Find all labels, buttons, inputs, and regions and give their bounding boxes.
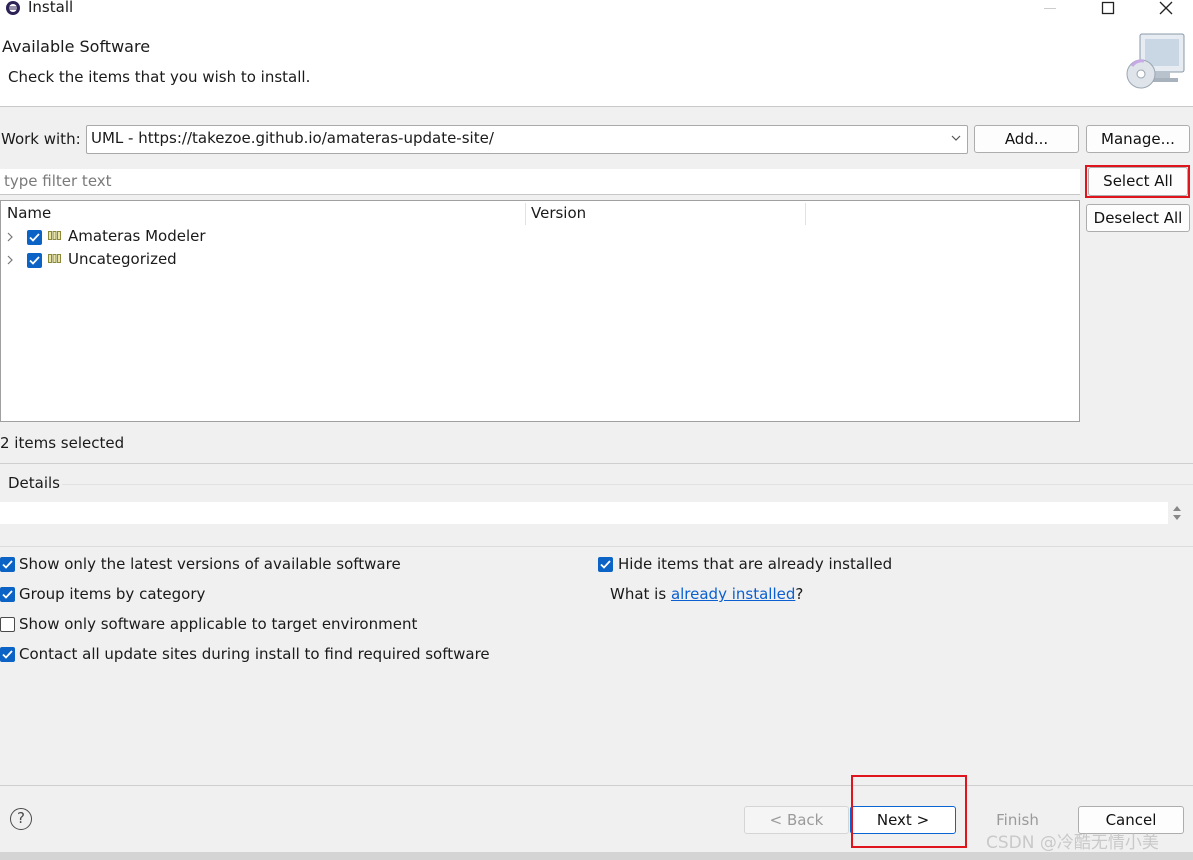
minimize-icon (1044, 8, 1056, 9)
what-is-installed-text: What is already installed? (610, 585, 803, 603)
window-title: Install (28, 0, 74, 16)
latest-versions-checkbox[interactable] (0, 557, 15, 572)
chevron-down-icon (951, 135, 961, 141)
target-environment-label: Show only software applicable to target … (19, 615, 418, 633)
what-is-suffix: ? (795, 585, 804, 603)
page-title: Available Software (2, 37, 151, 56)
details-label: Details (8, 474, 61, 492)
what-is-prefix: What is (610, 585, 671, 603)
hide-installed-label: Hide items that are already installed (618, 555, 893, 573)
page-description: Check the items that you wish to install… (8, 68, 311, 86)
divider (0, 463, 1193, 464)
filter-placeholder: type filter text (4, 172, 112, 190)
contact-all-sites-label: Contact all update sites during install … (19, 645, 490, 663)
maximize-icon (1101, 1, 1115, 15)
window-bottom-edge (0, 852, 1193, 860)
hide-installed-checkbox[interactable] (598, 557, 613, 572)
software-tree-table[interactable]: Name Version Amateras Modeler Uncategori… (0, 200, 1080, 422)
row-name: Uncategorized (68, 250, 177, 268)
help-icon[interactable]: ? (10, 808, 32, 830)
maximize-button[interactable] (1088, 0, 1128, 18)
latest-versions-label: Show only the latest versions of availab… (19, 555, 401, 573)
add-site-button[interactable]: Add... (974, 125, 1079, 153)
tree-row[interactable]: Amateras Modeler (1, 226, 1079, 249)
close-window-button[interactable] (1146, 0, 1186, 18)
chevron-right-icon[interactable] (6, 232, 14, 242)
work-with-value: UML - https://takezoe.github.io/amateras… (91, 129, 494, 147)
chevron-right-icon[interactable] (6, 255, 14, 265)
eclipse-app-icon (4, 0, 22, 16)
category-icon (48, 254, 61, 263)
csdn-watermark: CSDN @冷酷无情小美 (986, 833, 1159, 853)
close-icon (1159, 1, 1173, 15)
row-checkbox[interactable] (27, 253, 42, 268)
column-header-version[interactable]: Version (531, 201, 586, 226)
work-with-combo[interactable]: UML - https://takezoe.github.io/amateras… (86, 125, 968, 154)
column-separator[interactable] (805, 203, 806, 225)
manage-sites-button[interactable]: Manage... (1086, 125, 1190, 153)
highlight-annotation-box (1085, 165, 1190, 198)
scroll-spinner-icon[interactable] (1172, 504, 1182, 522)
column-separator[interactable] (525, 203, 526, 225)
row-checkbox[interactable] (27, 230, 42, 245)
work-with-label: Work with: (1, 130, 81, 148)
category-icon (48, 231, 61, 240)
tree-row[interactable]: Uncategorized (1, 249, 1079, 272)
details-text-area[interactable] (0, 502, 1168, 524)
window-titlebar: Install (0, 0, 1193, 18)
install-software-icon (1124, 30, 1190, 94)
group-by-category-checkbox[interactable] (0, 587, 15, 602)
column-header-name[interactable]: Name (7, 201, 51, 226)
back-button[interactable]: < Back (744, 806, 849, 834)
row-name: Amateras Modeler (68, 227, 206, 245)
selected-count-status: 2 items selected (0, 434, 125, 452)
group-by-category-label: Group items by category (19, 585, 206, 603)
contact-all-sites-checkbox[interactable] (0, 647, 15, 662)
wizard-header: Available Software Check the items that … (0, 18, 1193, 107)
target-environment-checkbox[interactable] (0, 617, 15, 632)
already-installed-link[interactable]: already installed (671, 585, 795, 603)
filter-input[interactable]: type filter text (0, 169, 1080, 195)
divider (0, 546, 1193, 547)
wizard-footer: ? < Back Next > Finish Cancel CSDN @冷酷无情… (0, 775, 1193, 853)
deselect-all-button[interactable]: Deselect All (1086, 204, 1190, 232)
minimize-button[interactable] (1030, 0, 1070, 18)
details-group-line (62, 484, 1193, 485)
highlight-annotation-box (851, 775, 967, 848)
wizard-content: Work with: UML - https://takezoe.github.… (0, 108, 1193, 785)
